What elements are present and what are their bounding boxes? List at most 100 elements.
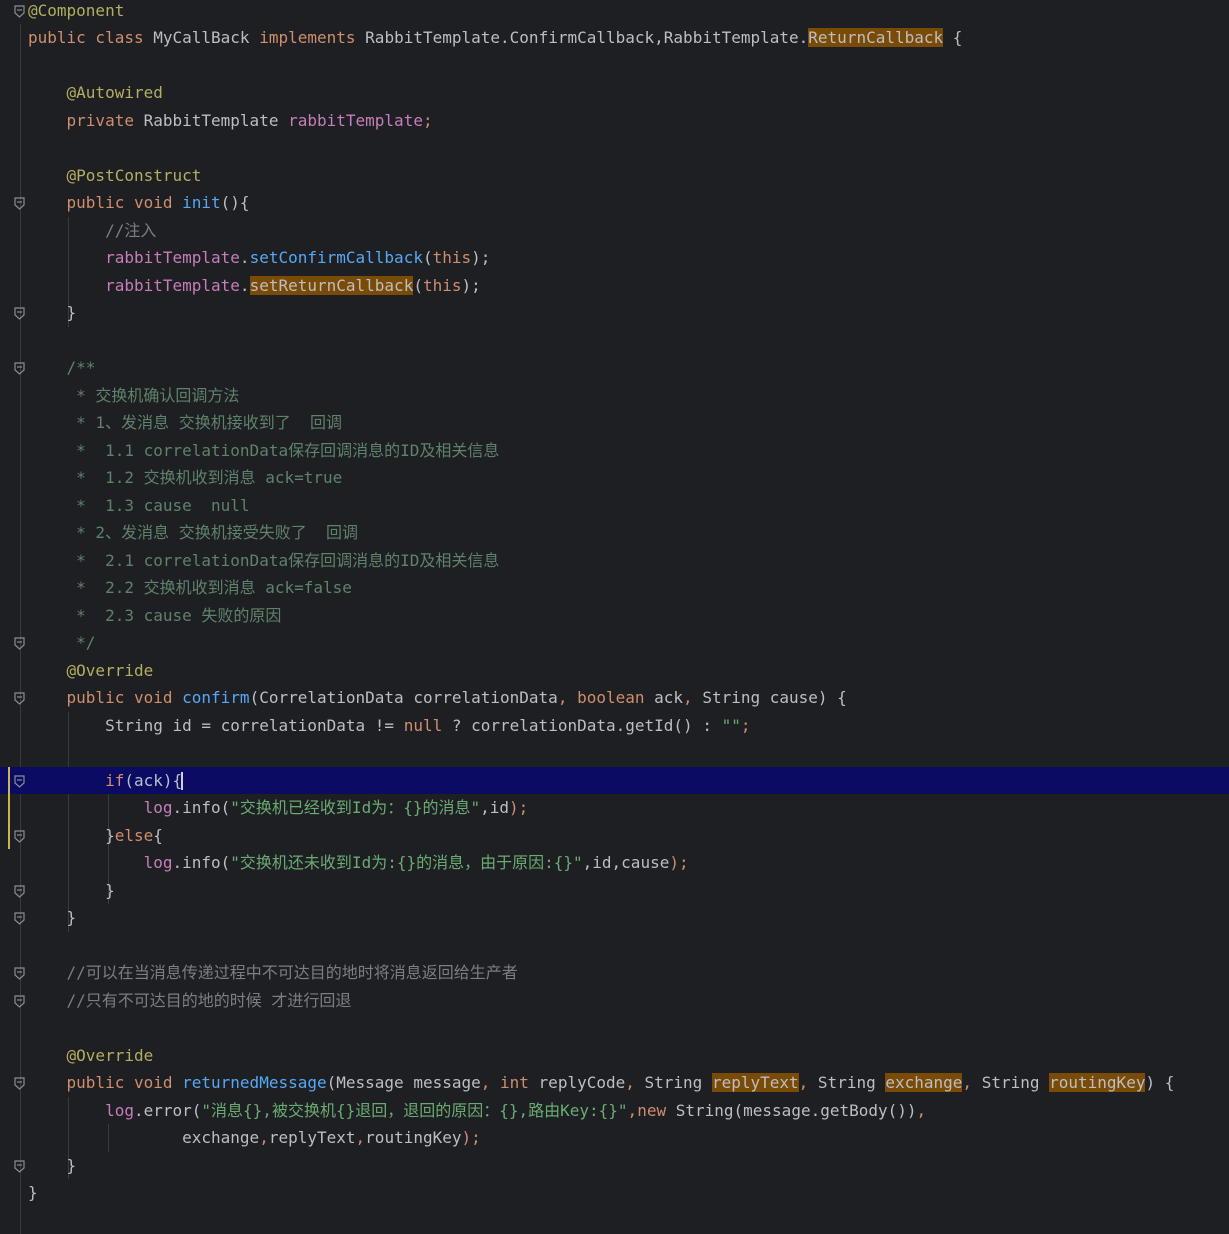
fold-icon[interactable] — [14, 967, 25, 980]
code-line[interactable]: } — [0, 904, 1229, 932]
code-line[interactable] — [0, 52, 1229, 80]
code-line[interactable]: //只有不可达目的地的时候 才进行回退 — [0, 987, 1229, 1015]
code-text: log.error("消息{},被交换机{}退回，退回的原因：{},路由Key:… — [28, 1097, 926, 1125]
code-line[interactable]: @PostConstruct — [0, 162, 1229, 190]
fold-icon[interactable] — [14, 362, 25, 375]
code-token: , — [480, 1073, 501, 1092]
code-line[interactable] — [0, 134, 1229, 162]
code-token: this — [422, 275, 462, 295]
code-line[interactable] — [0, 932, 1229, 960]
code-line[interactable]: * 2.2 交换机收到消息 ack=false — [0, 574, 1229, 602]
code-token: this — [432, 248, 472, 267]
code-token: } — [28, 303, 77, 322]
code-line[interactable]: @Component — [0, 0, 1229, 24]
code-text: @Override — [28, 1042, 154, 1070]
code-token: */ — [28, 633, 96, 652]
fold-icon[interactable] — [14, 829, 25, 843]
code-line[interactable]: * 2.1 correlationData保存回调消息的ID及相关信息 — [0, 547, 1229, 575]
code-line[interactable]: rabbitTemplate.setConfirmCallback(this); — [0, 244, 1229, 272]
code-token: replyText — [268, 1128, 356, 1147]
gutter — [0, 134, 24, 162]
gutter — [0, 712, 24, 740]
vcs-change-marker[interactable] — [8, 766, 10, 849]
code-line[interactable]: } — [0, 1179, 1229, 1207]
code-line[interactable]: } — [0, 299, 1229, 327]
code-line[interactable]: log.error("消息{},被交换机{}退回，退回的原因：{},路由Key:… — [0, 1097, 1229, 1125]
code-text: @Override — [28, 657, 154, 685]
code-token: (CorrelationData correlationData — [249, 688, 558, 707]
code-editor[interactable]: @Component public class MyCallBack imple… — [0, 0, 1229, 1234]
code-line[interactable]: exchange,replyText,routingKey); — [0, 1124, 1229, 1152]
fold-icon[interactable] — [14, 1077, 25, 1090]
code-token: @Component — [28, 0, 125, 20]
code-line[interactable]: public void returnedMessage(Message mess… — [0, 1069, 1229, 1097]
fold-icon[interactable] — [14, 912, 25, 925]
code-line[interactable]: public class MyCallBack implements Rabbi… — [0, 24, 1229, 52]
gutter — [0, 464, 24, 492]
code-text: public void confirm(CorrelationData corr… — [28, 684, 847, 712]
gutter — [0, 1069, 25, 1097]
code-text: //只有不可达目的地的时候 才进行回退 — [28, 987, 352, 1015]
gutter — [0, 1014, 24, 1042]
code-line[interactable]: * 1、发消息 交换机接收到了 回调 — [0, 409, 1229, 437]
code-line[interactable]: private RabbitTemplate rabbitTemplate; — [0, 107, 1229, 135]
code-line[interactable]: String id = correlationData != null ? co… — [0, 712, 1229, 740]
code-line[interactable]: @Override — [0, 657, 1229, 685]
fold-icon[interactable] — [14, 307, 25, 320]
fold-icon[interactable] — [14, 774, 25, 788]
code-line[interactable]: } — [0, 1152, 1229, 1180]
fold-icon[interactable] — [14, 1159, 25, 1173]
code-line[interactable]: public void confirm(CorrelationData corr… — [0, 684, 1229, 712]
code-token: ack — [654, 688, 684, 707]
code-line[interactable]: @Autowired — [0, 79, 1229, 107]
code-token: init — [182, 193, 221, 212]
code-line[interactable]: * 1.3 cause null — [0, 492, 1229, 520]
code-token: * 1.3 cause null — [28, 495, 250, 515]
code-token: , — [798, 1073, 818, 1092]
code-token: } — [28, 908, 77, 927]
code-line[interactable]: */ — [0, 629, 1229, 657]
code-token: implements — [259, 28, 366, 47]
gutter — [0, 24, 24, 52]
code-line[interactable]: log.info("交换机还未收到Id为:{}的消息，由于原因:{}",id,c… — [0, 849, 1229, 877]
code-line[interactable]: } — [0, 877, 1229, 905]
code-token: ? correlationData.getId() : — [451, 715, 722, 735]
code-line[interactable]: * 交换机确认回调方法 — [0, 382, 1229, 410]
fold-icon[interactable] — [14, 692, 25, 705]
code-line[interactable]: /** — [0, 354, 1229, 382]
code-line[interactable]: }else{ — [0, 822, 1229, 850]
code-line[interactable]: @Override — [0, 1042, 1229, 1070]
code-token: ; — [422, 110, 433, 130]
code-line[interactable]: * 1.2 交换机收到消息 ack=true — [0, 464, 1229, 492]
code-token: (ack){ — [124, 770, 183, 790]
code-line[interactable]: * 2.3 cause 失败的原因 — [0, 602, 1229, 630]
gutter — [0, 932, 24, 960]
code-token: //注入 — [105, 220, 157, 240]
code-line[interactable]: * 2、发消息 交换机接受失败了 回调 — [0, 519, 1229, 547]
code-line[interactable]: if(ack){ — [0, 766, 1229, 794]
fold-icon[interactable] — [14, 884, 25, 898]
code-token: (){ — [220, 193, 250, 212]
code-line[interactable]: * 1.1 correlationData保存回调消息的ID及相关信息 — [0, 437, 1229, 465]
code-line[interactable]: //注入 — [0, 217, 1229, 245]
code-line[interactable] — [0, 1014, 1229, 1042]
fold-icon[interactable] — [14, 197, 25, 210]
fold-icon[interactable] — [14, 4, 25, 18]
fold-icon[interactable] — [14, 637, 25, 650]
code-line[interactable]: log.info("交换机已经收到Id为：{}的消息",id); — [0, 794, 1229, 822]
code-token: "交换机已经收到Id为：{}的消息" — [230, 798, 481, 817]
code-line[interactable]: rabbitTemplate.setReturnCallback(this); — [0, 272, 1229, 300]
code-line[interactable] — [0, 739, 1229, 767]
code-line[interactable] — [0, 327, 1229, 355]
code-text: public class MyCallBack implements Rabbi… — [28, 24, 962, 52]
code-line[interactable]: public void init(){ — [0, 189, 1229, 217]
fold-icon[interactable] — [14, 994, 25, 1008]
code-line[interactable]: //可以在当消息传递过程中不可达目的地时将消息返回给生产者 — [0, 959, 1229, 987]
